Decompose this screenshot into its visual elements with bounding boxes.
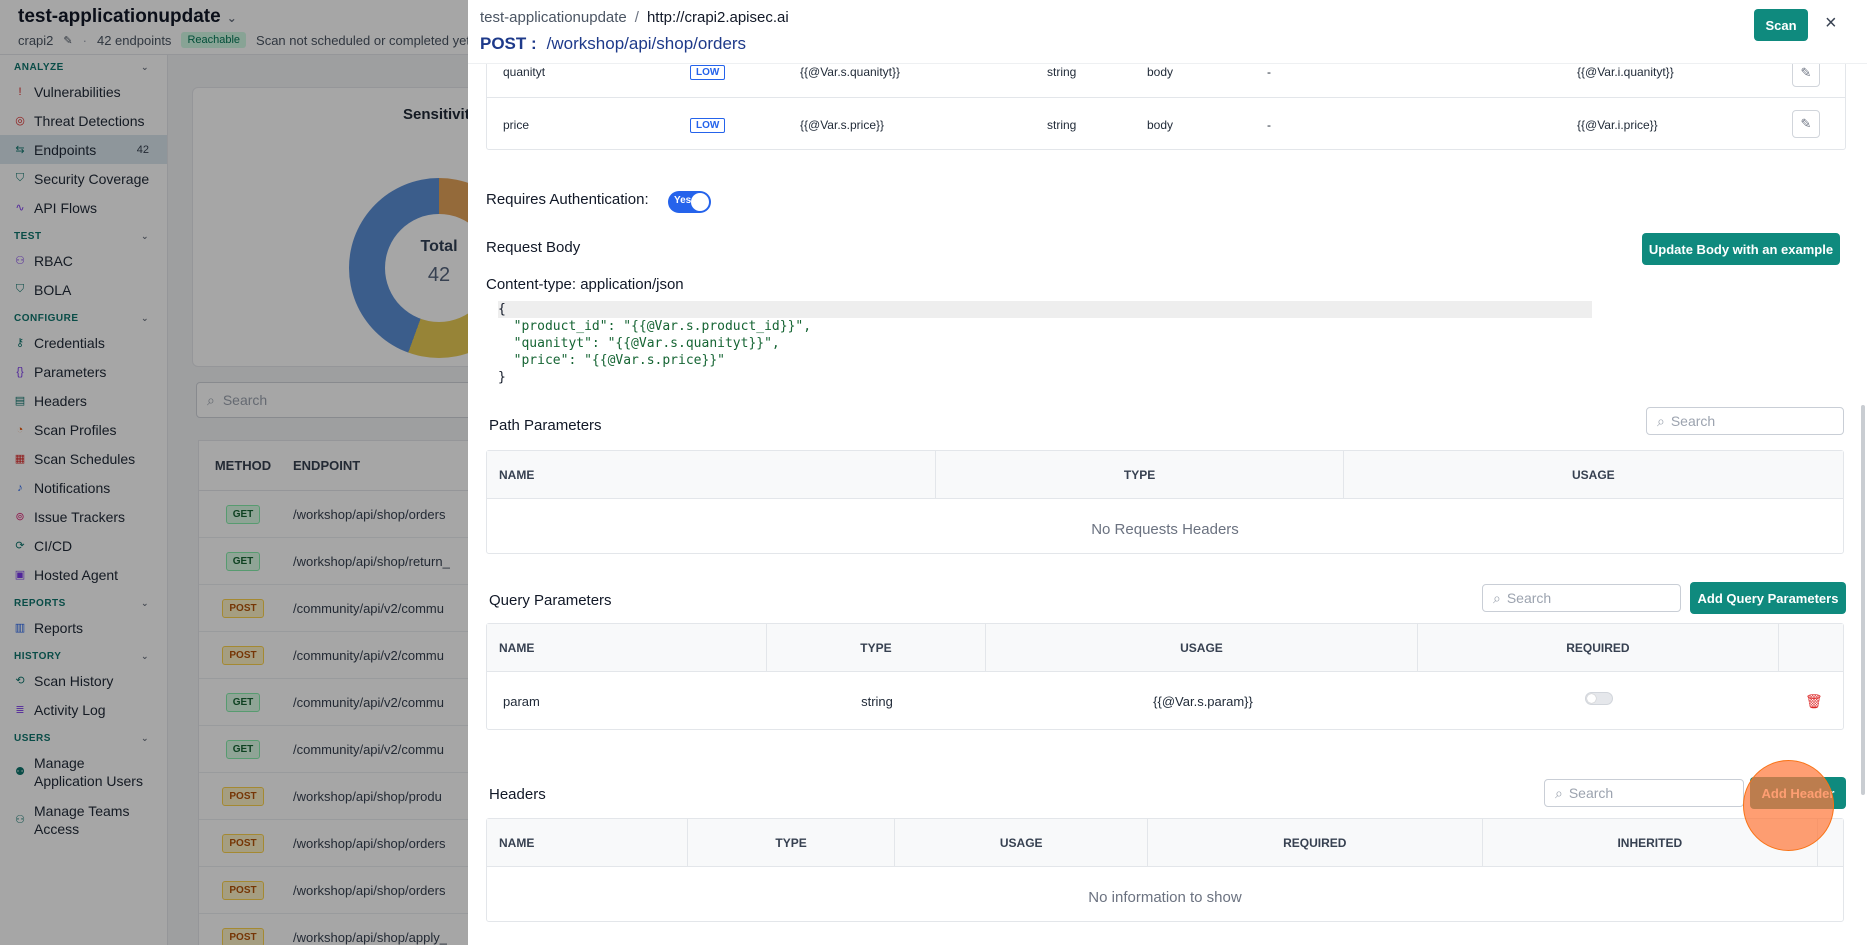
endpoint-detail-drawer: test-applicationupdate / http://crapi2.a…	[468, 0, 1867, 945]
col-name: NAME	[487, 819, 688, 867]
search-icon: ⌕	[1657, 412, 1665, 429]
toggle-knob	[1587, 694, 1596, 703]
toggle-knob	[691, 193, 709, 211]
query-params-search-input[interactable]: ⌕ Search	[1482, 584, 1681, 612]
query-parameters-title: Query Parameters	[489, 592, 612, 609]
breadcrumb: test-applicationupdate / http://crapi2.a…	[480, 9, 789, 26]
code-line: "product_id": "{{@Var.s.product_id}}",	[498, 319, 812, 334]
query-param-name: param	[503, 693, 540, 709]
breadcrumb-host: http://crapi2.apisec.ai	[646, 9, 789, 26]
trash-icon[interactable]: 🗑	[1805, 693, 1823, 710]
breadcrumb-separator: /	[634, 9, 639, 26]
endpoint-path: /workshop/api/shop/orders	[546, 34, 747, 53]
endpoint-method: POST :	[480, 34, 537, 53]
code-line: "price": "{{@Var.s.price}}"	[498, 353, 725, 368]
add-query-parameters-button[interactable]: Add Query Parameters	[1690, 582, 1846, 614]
request-body-code[interactable]: { "product_id": "{{@Var.s.product_id}}",…	[498, 301, 1592, 386]
severity-badge: LOW	[690, 118, 726, 133]
query-param-type: string	[861, 693, 893, 709]
drawer-scrollbar[interactable]	[1861, 405, 1865, 795]
auth-label: Requires Authentication:	[486, 191, 649, 208]
donut-total-value: 42	[427, 264, 451, 286]
required-toggle[interactable]	[1585, 692, 1613, 705]
param-usage: {{@Var.i.price}}	[1577, 118, 1658, 132]
col-usage: USAGE	[986, 624, 1418, 672]
col-usage: USAGE	[1572, 468, 1615, 482]
search-placeholder: Search	[1506, 590, 1552, 606]
headers-empty: No information to show	[1088, 889, 1242, 906]
breadcrumb-app[interactable]: test-applicationupdate	[480, 9, 627, 26]
search-icon: ⌕	[1493, 589, 1501, 606]
search-placeholder: Search	[1670, 413, 1716, 429]
param-value: {{@Var.s.price}}	[800, 118, 885, 132]
param-name: quanityt	[503, 65, 546, 79]
scan-button[interactable]: Scan	[1754, 9, 1808, 41]
close-icon[interactable]: ×	[1825, 12, 1837, 35]
col-type: TYPE	[767, 624, 987, 672]
param-dash: -	[1267, 118, 1271, 132]
col-required: REQUIRED	[1148, 819, 1483, 867]
param-name: price	[503, 118, 530, 132]
auth-toggle-text: Yes	[674, 195, 692, 206]
search-icon: ⌕	[1555, 784, 1563, 801]
col-type: TYPE	[688, 819, 896, 867]
param-location: body	[1147, 65, 1174, 79]
path-params-header: NAME TYPE USAGE	[487, 451, 1843, 499]
search-placeholder: Search	[1568, 785, 1614, 801]
param-type: string	[1047, 118, 1077, 132]
col-usage: USAGE	[895, 819, 1149, 867]
code-line: }	[498, 370, 506, 385]
donut-total-label: Total	[420, 238, 458, 255]
headers-table-header: NAME TYPE USAGE REQUIRED INHERITED	[487, 819, 1843, 867]
col-name: NAME	[487, 624, 767, 672]
headers-table: NAME TYPE USAGE REQUIRED INHERITED No in…	[486, 818, 1844, 922]
endpoint-title: POST : /workshop/api/shop/orders	[480, 34, 746, 54]
col-actions	[1779, 624, 1843, 672]
auth-toggle[interactable]: Yes	[668, 191, 711, 213]
param-usage: {{@Var.i.quanityt}}	[1577, 65, 1674, 79]
col-name: NAME	[487, 451, 937, 499]
path-params-search-input[interactable]: ⌕ Search	[1646, 407, 1844, 435]
headers-title: Headers	[489, 786, 546, 803]
col-type: TYPE	[936, 451, 1344, 499]
edit-icon[interactable]: ✎	[1792, 110, 1820, 138]
param-location: body	[1147, 118, 1174, 132]
update-body-button[interactable]: Update Body with an example	[1642, 233, 1840, 265]
query-parameters-table: NAME TYPE USAGE REQUIRED param string {{@V…	[486, 623, 1844, 730]
path-parameters-title: Path Parameters	[489, 417, 602, 434]
col-required: REQUIRED	[1418, 624, 1780, 672]
code-line: {	[498, 301, 1592, 318]
param-dash: -	[1267, 65, 1271, 79]
param-type: string	[1047, 65, 1077, 79]
param-value: {{@Var.s.quanityt}}	[800, 65, 901, 79]
body-param-row: price {{@Var.s.price}} string body - {{@Var.i…	[487, 98, 1845, 151]
query-param-usage: {{@Var.s.param}}	[1153, 693, 1253, 709]
severity-badge: LOW	[690, 65, 726, 80]
headers-search-input[interactable]: ⌕ Search	[1544, 779, 1744, 807]
click-indicator	[1743, 760, 1834, 851]
code-line: "quanityt": "{{@Var.s.quanityt}}",	[498, 336, 780, 351]
query-params-header: NAME TYPE USAGE REQUIRED	[487, 624, 1843, 672]
drawer-header: test-applicationupdate / http://crapi2.a…	[468, 0, 1867, 64]
path-parameters-table: NAME TYPE USAGE No Requests Headers	[486, 450, 1844, 554]
table-row: param string {{@Var.s.param}} 🗑	[487, 672, 1843, 730]
required-toggle-wrap	[1585, 692, 1613, 705]
path-params-empty: No Requests Headers	[1091, 521, 1239, 538]
